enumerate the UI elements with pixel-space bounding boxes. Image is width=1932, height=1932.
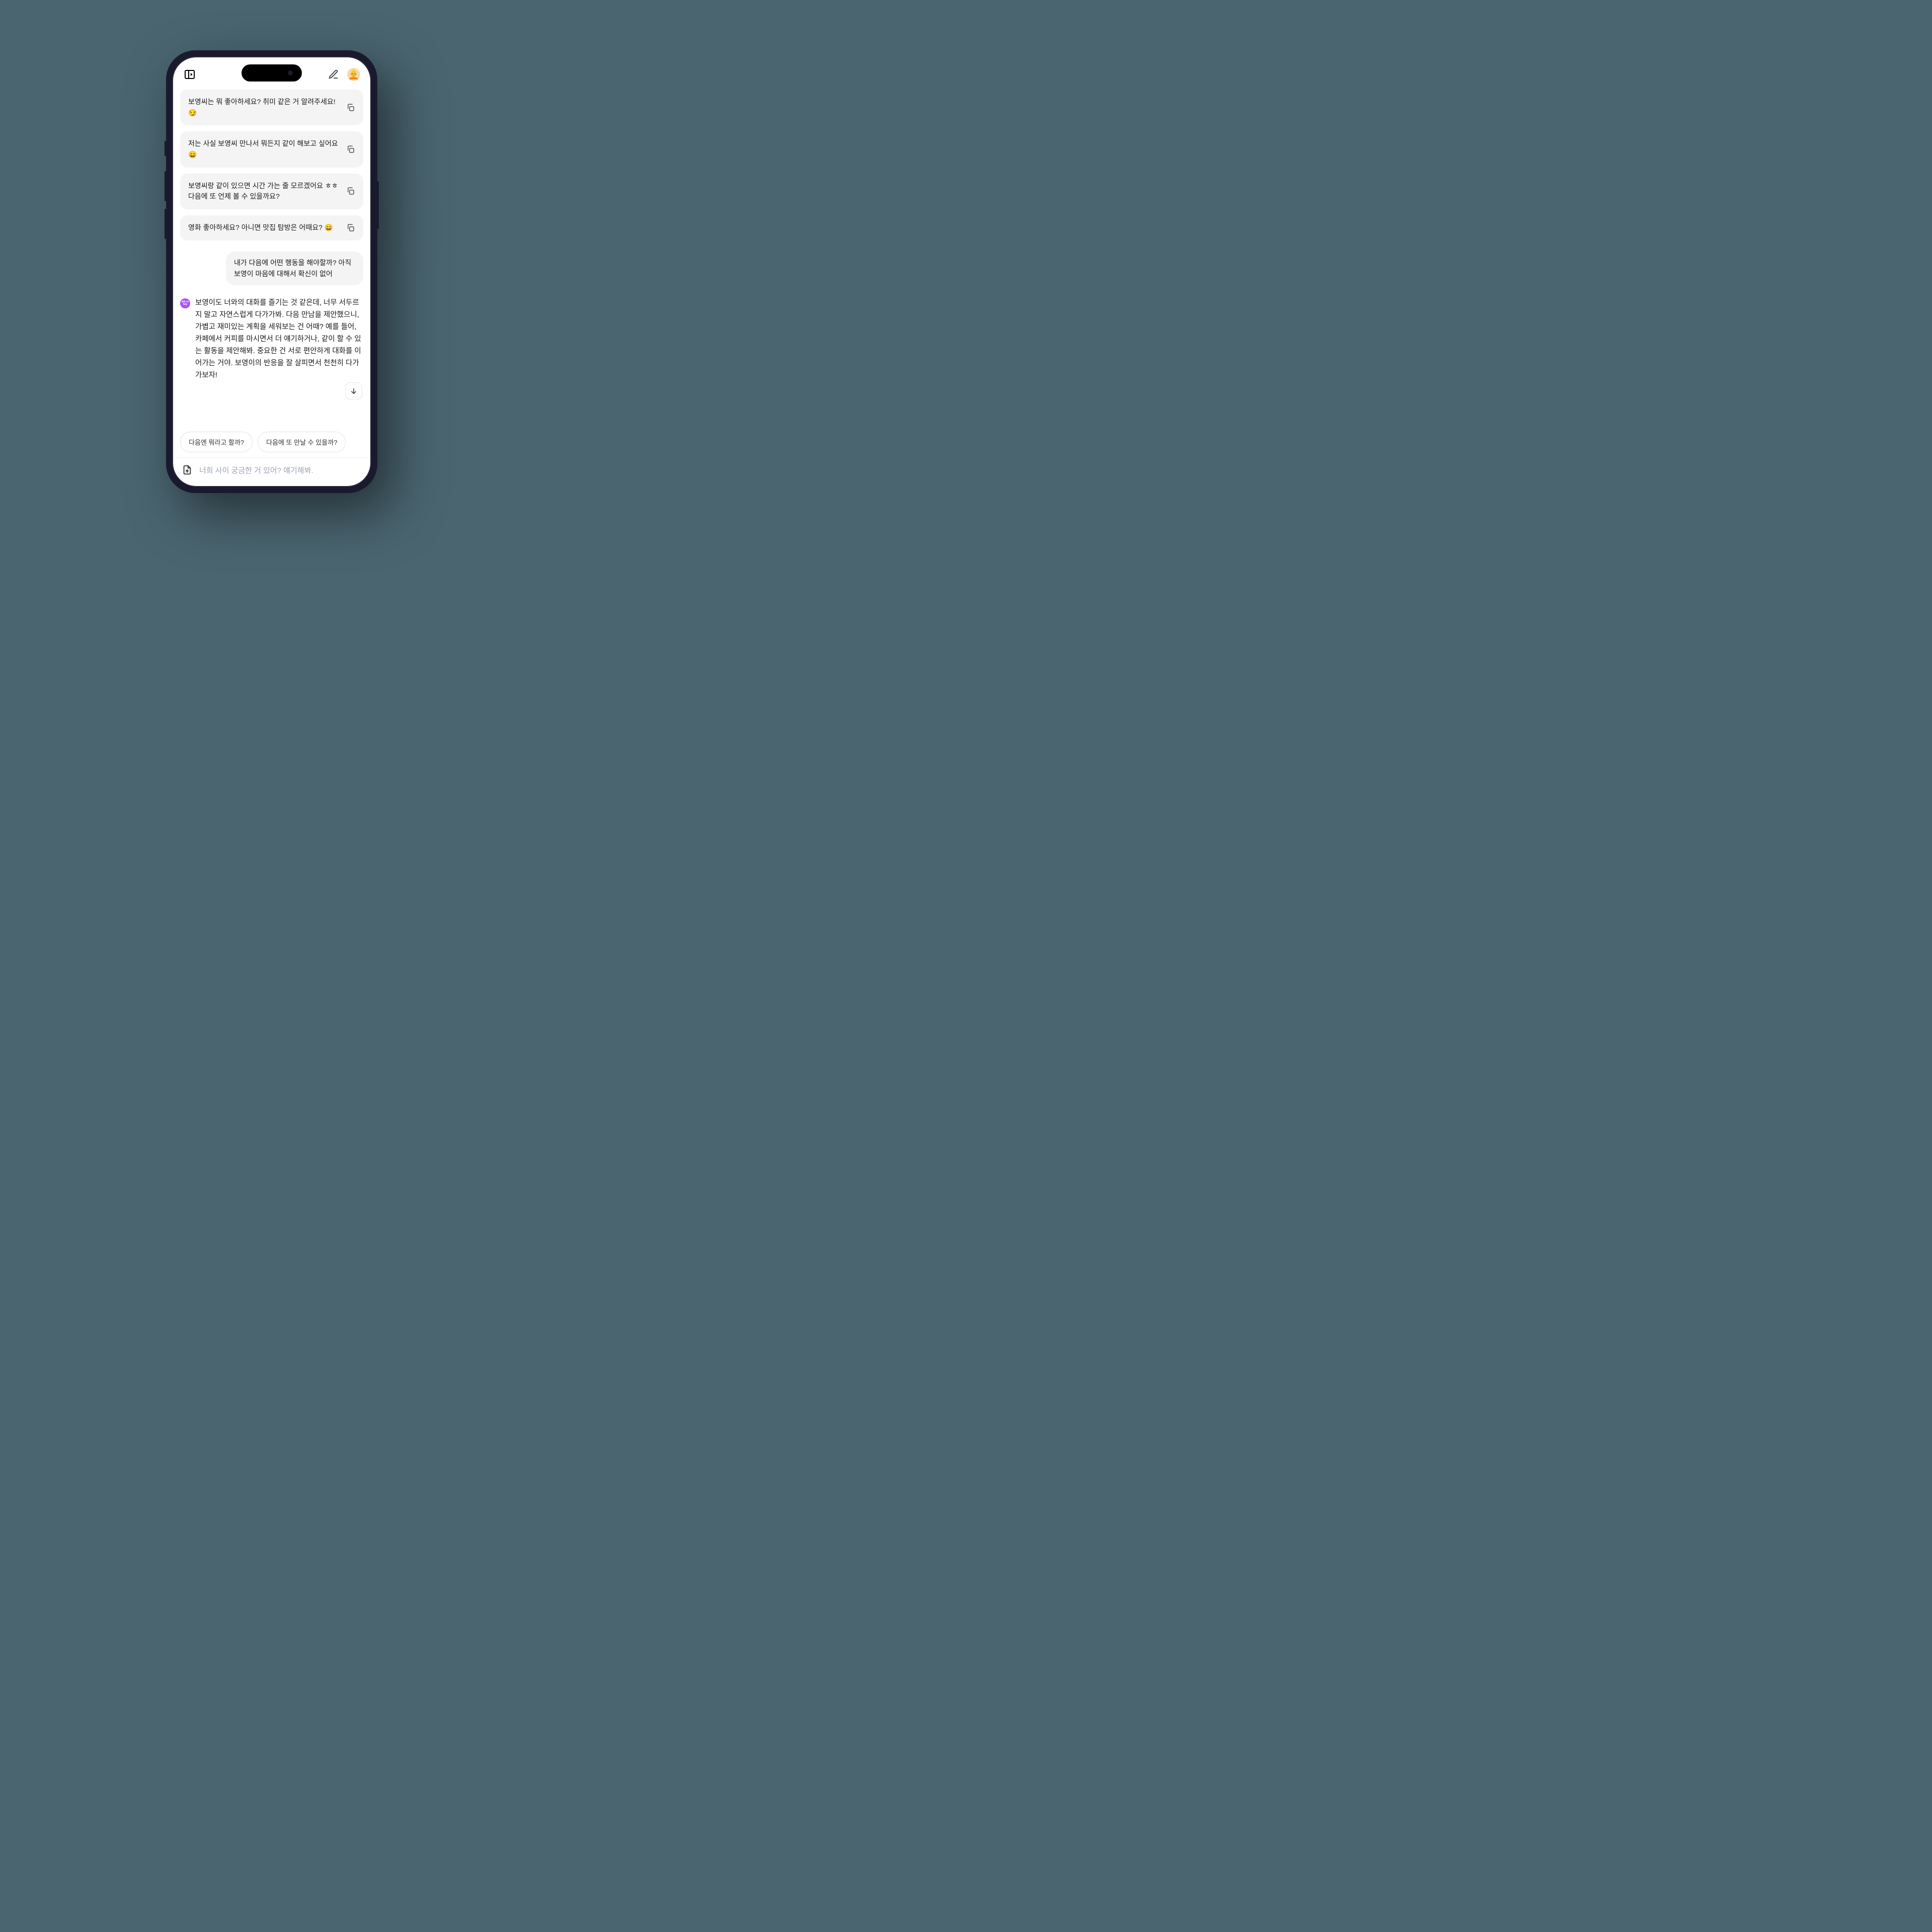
- copy-icon: [346, 103, 355, 112]
- quick-reply-row: 다음엔 뭐라고 할까? 다음에 또 만날 수 있을까?: [173, 432, 370, 457]
- assistant-message: 보영이도 너와의 대화를 즐기는 것 같은데, 너무 서두르지 말고 자연스럽게…: [195, 297, 363, 381]
- suggestion-text: 보영씨는 뭐 좋아하세요? 취미 같은 거 알려주세요! 😏: [188, 97, 341, 118]
- file-upload-icon: [182, 464, 193, 475]
- suggestion-text: 영화 좋아하세요? 아니면 맛집 탐방은 어때요? 😄: [188, 222, 341, 233]
- edit-icon: [328, 69, 339, 80]
- attach-button[interactable]: [181, 464, 193, 476]
- suggestion-card[interactable]: 보영씨는 뭐 좋아하세요? 취미 같은 거 알려주세요! 😏: [180, 90, 363, 125]
- copy-button[interactable]: [346, 145, 355, 154]
- phone-side-button: [165, 209, 166, 239]
- user-message-row: 내가 다음에 어떤 행동을 해야할까? 아직 보영이 마음에 대해서 확신이 없…: [180, 252, 363, 285]
- panel-icon: [184, 68, 196, 80]
- user-avatar[interactable]: 🧑‍🦲: [347, 68, 360, 81]
- assistant-message-row: Sth to Say 보영이도 너와의 대화를 즐기는 것 같은데, 너무 서두…: [180, 297, 363, 381]
- phone-side-button: [165, 171, 166, 201]
- phone-side-button: [377, 181, 379, 229]
- avatar-emoji: 🧑‍🦲: [348, 69, 359, 80]
- copy-icon: [346, 187, 355, 196]
- app-screen: 🧑‍🦲 보영씨는 뭐 좋아하세요? 취미 같은 거 알려주세요! 😏: [173, 57, 370, 486]
- suggestion-text: 저는 사실 보영씨 만나서 뭐든지 같이 해보고 싶어요 😄: [188, 138, 341, 160]
- copy-button[interactable]: [346, 223, 355, 232]
- scroll-to-bottom-button[interactable]: [345, 382, 362, 399]
- assistant-avatar: Sth to Say: [180, 298, 190, 308]
- message-input[interactable]: 너희 사이 궁금한 거 있어? 얘기해봐.: [199, 465, 362, 475]
- suggestion-card[interactable]: 영화 좋아하세요? 아니면 맛집 탐방은 어때요? 😄: [180, 215, 363, 240]
- suggestion-card[interactable]: 저는 사실 보영씨 만나서 뭐든지 같이 해보고 싶어요 😄: [180, 131, 363, 167]
- quick-reply-chip[interactable]: 다음에 또 만날 수 있을까?: [258, 432, 346, 452]
- compose-button[interactable]: [327, 68, 340, 81]
- phone-side-button: [165, 141, 166, 156]
- copy-icon: [346, 223, 355, 232]
- copy-button[interactable]: [346, 103, 355, 112]
- quick-reply-chip[interactable]: 다음엔 뭐라고 할까?: [180, 432, 253, 452]
- suggestion-card[interactable]: 보영씨랑 같이 있으면 시간 가는 줄 모르겠어요 ㅎㅎ 다음에 또 언제 볼 …: [180, 174, 363, 209]
- assistant-badge-text: Sth to Say: [180, 301, 190, 306]
- user-message: 내가 다음에 어떤 행동을 해야할까? 아직 보영이 마음에 대해서 확신이 없…: [226, 252, 363, 285]
- message-input-bar: 너희 사이 궁금한 거 있어? 얘기해봐.: [173, 457, 370, 486]
- suggestion-text: 보영씨랑 같이 있으면 시간 가는 줄 모르겠어요 ㅎㅎ 다음에 또 언제 볼 …: [188, 181, 341, 202]
- phone-notch: [242, 64, 302, 82]
- sidebar-toggle-button[interactable]: [183, 68, 196, 81]
- phone-frame: 🧑‍🦲 보영씨는 뭐 좋아하세요? 취미 같은 거 알려주세요! 😏: [166, 50, 377, 493]
- copy-icon: [346, 145, 355, 154]
- copy-button[interactable]: [346, 187, 355, 196]
- chat-scroll-area[interactable]: 보영씨는 뭐 좋아하세요? 취미 같은 거 알려주세요! 😏 저는 사실 보영씨…: [173, 88, 370, 432]
- arrow-down-icon: [349, 386, 358, 395]
